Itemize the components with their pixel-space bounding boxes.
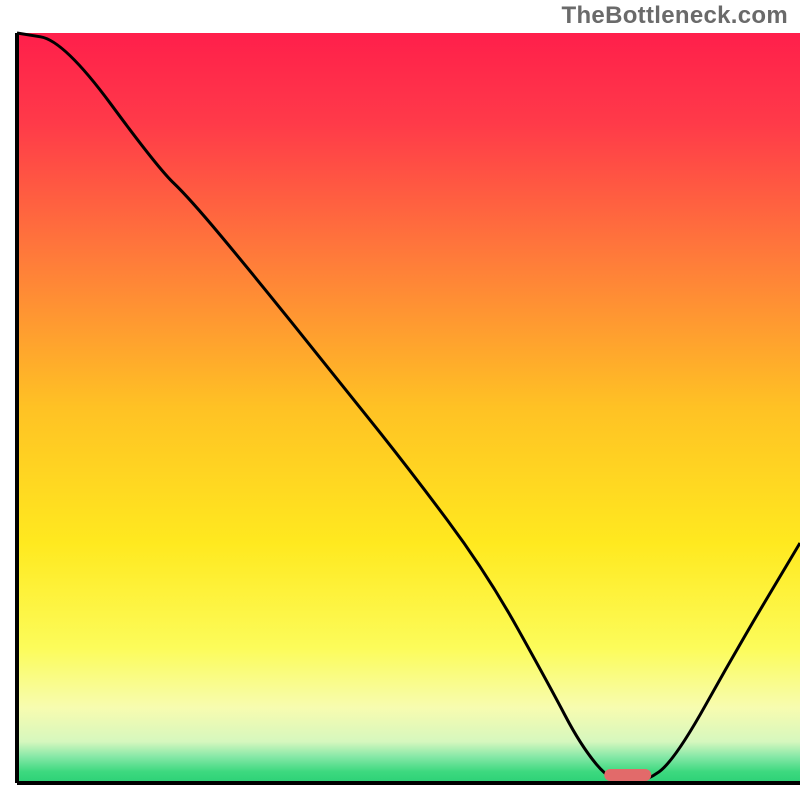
gradient-background bbox=[17, 33, 800, 783]
optimal-marker bbox=[604, 769, 651, 781]
bottleneck-chart bbox=[0, 0, 800, 800]
chart-frame: TheBottleneck.com bbox=[0, 0, 800, 800]
watermark-text: TheBottleneck.com bbox=[562, 2, 788, 30]
